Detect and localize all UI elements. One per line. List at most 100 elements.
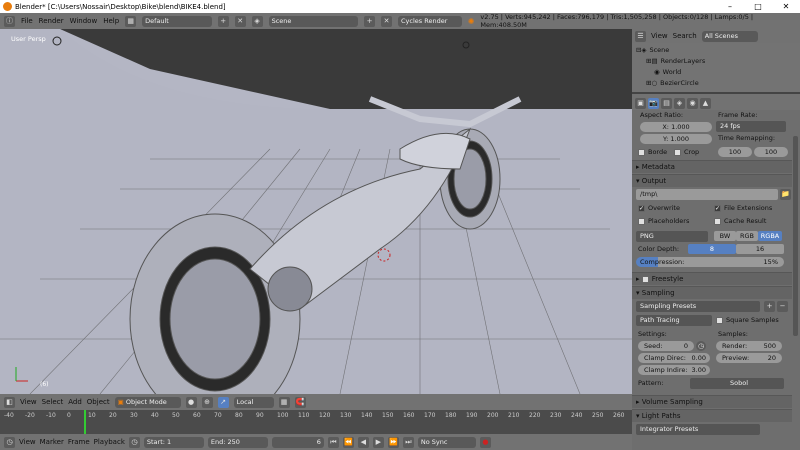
file-extensions-checkbox[interactable]: ✓ File Extensions: [714, 204, 772, 212]
add-preset-icon[interactable]: +: [764, 301, 775, 312]
render-tab-icon[interactable]: 📷: [648, 97, 659, 109]
preview-samples-field[interactable]: Preview: 20: [716, 353, 782, 363]
tl-playback-menu[interactable]: Playback: [94, 438, 125, 446]
menu-render[interactable]: Render: [39, 17, 64, 25]
file-format-select[interactable]: PNG: [636, 231, 708, 242]
remove-layout-icon[interactable]: ✕: [234, 15, 246, 27]
pivot-icon[interactable]: ⊕: [201, 396, 213, 408]
play-icon[interactable]: ▶: [372, 436, 384, 448]
timeline[interactable]: -40 -20 -10 0 10 20 30 40 50 60 70 80 90 100 110 120 130…: [0, 410, 632, 434]
select-menu[interactable]: Select: [42, 398, 64, 406]
outliner-item-renderlayers[interactable]: ⊞▤ RenderLayers: [646, 56, 705, 66]
jump-start-icon[interactable]: ⏮: [327, 436, 339, 448]
properties-type-icon[interactable]: ▣: [635, 97, 646, 109]
folder-icon[interactable]: 📁: [780, 189, 791, 200]
overwrite-checkbox[interactable]: ✓ Overwrite: [638, 204, 680, 212]
fps-select[interactable]: 24 fps: [716, 121, 786, 132]
outliner-type-icon[interactable]: ☰: [635, 30, 646, 42]
current-frame-field[interactable]: 6: [271, 436, 324, 448]
path-tracing-select[interactable]: Path Tracing: [636, 315, 712, 326]
add-menu[interactable]: Add: [68, 398, 82, 406]
render-engine-select[interactable]: Cycles Render: [398, 15, 462, 27]
layout-icon[interactable]: ▦: [125, 15, 137, 27]
minimize-icon[interactable]: –: [716, 0, 744, 13]
snap-icon[interactable]: 🧲: [294, 396, 306, 408]
light-paths-panel-header[interactable]: ▾ Light Paths: [632, 409, 792, 422]
sampling-panel-header[interactable]: ▾ Sampling: [632, 286, 792, 299]
layers-icon[interactable]: ▦: [278, 396, 290, 408]
object-menu[interactable]: Object: [87, 398, 110, 406]
depth-8-toggle[interactable]: 8: [688, 244, 736, 254]
remap-old-field[interactable]: 100: [718, 147, 752, 157]
volume-sampling-panel-header[interactable]: ▸ Volume Sampling: [632, 395, 792, 408]
current-frame-marker[interactable]: [84, 410, 86, 434]
compression-slider[interactable]: Compression: 15%: [636, 257, 784, 267]
add-scene-icon[interactable]: +: [364, 15, 376, 27]
scene-tab-icon[interactable]: ◈: [674, 97, 685, 109]
tl-frame-menu[interactable]: Frame: [68, 438, 90, 446]
placeholders-checkbox[interactable]: Placeholders: [638, 217, 689, 225]
editor-type-icon[interactable]: ⓘ: [4, 15, 15, 27]
world-tab-icon[interactable]: ◉: [687, 97, 698, 109]
prev-key-icon[interactable]: ⏪: [342, 436, 354, 448]
sampling-presets-select[interactable]: Sampling Presets: [636, 301, 760, 312]
output-path-field[interactable]: /tmp\: [636, 189, 778, 200]
border-checkbox[interactable]: Borde: [638, 148, 667, 156]
bw-toggle[interactable]: BW: [714, 231, 736, 241]
preview-range-icon[interactable]: ◷: [128, 436, 140, 448]
square-samples-checkbox[interactable]: Square Samples: [716, 316, 779, 324]
view-menu[interactable]: View: [20, 398, 37, 406]
remove-scene-icon[interactable]: ✕: [381, 15, 393, 27]
menu-help[interactable]: Help: [103, 17, 119, 25]
outliner-item-beziercircle[interactable]: ⊞○ BezierCircle: [646, 78, 699, 88]
sync-select[interactable]: No Sync: [417, 436, 476, 448]
end-frame-field[interactable]: End: 250: [207, 436, 268, 448]
crop-checkbox[interactable]: Crop: [674, 148, 699, 156]
record-icon[interactable]: ●: [479, 436, 491, 448]
menu-file[interactable]: File: [21, 17, 33, 25]
seed-field[interactable]: Seed: 0: [638, 341, 694, 351]
scene-select[interactable]: Scene: [268, 15, 359, 27]
layout-select[interactable]: Default: [142, 15, 212, 27]
rgba-toggle[interactable]: RGBA: [758, 231, 782, 241]
close-icon[interactable]: ✕: [772, 0, 800, 13]
start-frame-field[interactable]: Start: 1: [143, 436, 204, 448]
play-reverse-icon[interactable]: ◀: [357, 436, 369, 448]
menu-window[interactable]: Window: [70, 17, 98, 25]
metadata-panel-header[interactable]: ▸ Metadata: [632, 160, 792, 173]
layers-tab-icon[interactable]: ▤: [661, 97, 672, 109]
next-key-icon[interactable]: ⏩: [387, 436, 399, 448]
remap-new-field[interactable]: 100: [754, 147, 788, 157]
object-tab-icon[interactable]: ▲: [700, 97, 711, 109]
tl-marker-menu[interactable]: Marker: [40, 438, 64, 446]
shading-icon[interactable]: ●: [185, 396, 197, 408]
manipulator-icon[interactable]: ↗: [217, 396, 229, 408]
clamp-direct-field[interactable]: Clamp Direc: 0.00: [638, 353, 710, 363]
aspect-x-field[interactable]: X: 1.000: [640, 122, 712, 132]
rgb-toggle[interactable]: RGB: [736, 231, 758, 241]
pattern-select[interactable]: Sobol: [690, 378, 784, 389]
output-panel-header[interactable]: ▾ Output: [632, 174, 792, 187]
scene-icon[interactable]: ◈: [251, 15, 263, 27]
mode-select[interactable]: ▣ Object Mode: [114, 396, 181, 408]
3d-viewport[interactable]: User Persp (6): [0, 29, 632, 394]
aspect-y-field[interactable]: Y: 1.000: [640, 134, 712, 144]
outliner-view-menu[interactable]: View: [651, 32, 668, 40]
outliner-filter-select[interactable]: All Scenes: [701, 30, 758, 42]
orientation-select[interactable]: Local: [233, 396, 274, 408]
tl-view-menu[interactable]: View: [19, 438, 36, 446]
freestyle-panel-header[interactable]: ▸ Freestyle: [632, 272, 792, 285]
cache-result-checkbox[interactable]: Cache Result: [714, 217, 766, 225]
properties-scrollbar[interactable]: [793, 136, 798, 336]
outliner-item-world[interactable]: ◉ World: [654, 67, 681, 77]
add-layout-icon[interactable]: +: [217, 15, 229, 27]
timeline-type-icon[interactable]: ◷: [4, 436, 15, 448]
depth-16-toggle[interactable]: 16: [736, 244, 784, 254]
outliner-item-scene[interactable]: ⊟◈ Scene: [636, 45, 669, 55]
integrator-presets-select[interactable]: Integrator Presets: [636, 424, 760, 435]
seed-clock-icon[interactable]: ◷: [696, 341, 706, 351]
jump-end-icon[interactable]: ⏭: [402, 436, 414, 448]
clamp-indirect-field[interactable]: Clamp Indire: 3.00: [638, 365, 710, 375]
render-samples-field[interactable]: Render: 500: [716, 341, 782, 351]
outliner-search-menu[interactable]: Search: [673, 32, 697, 40]
